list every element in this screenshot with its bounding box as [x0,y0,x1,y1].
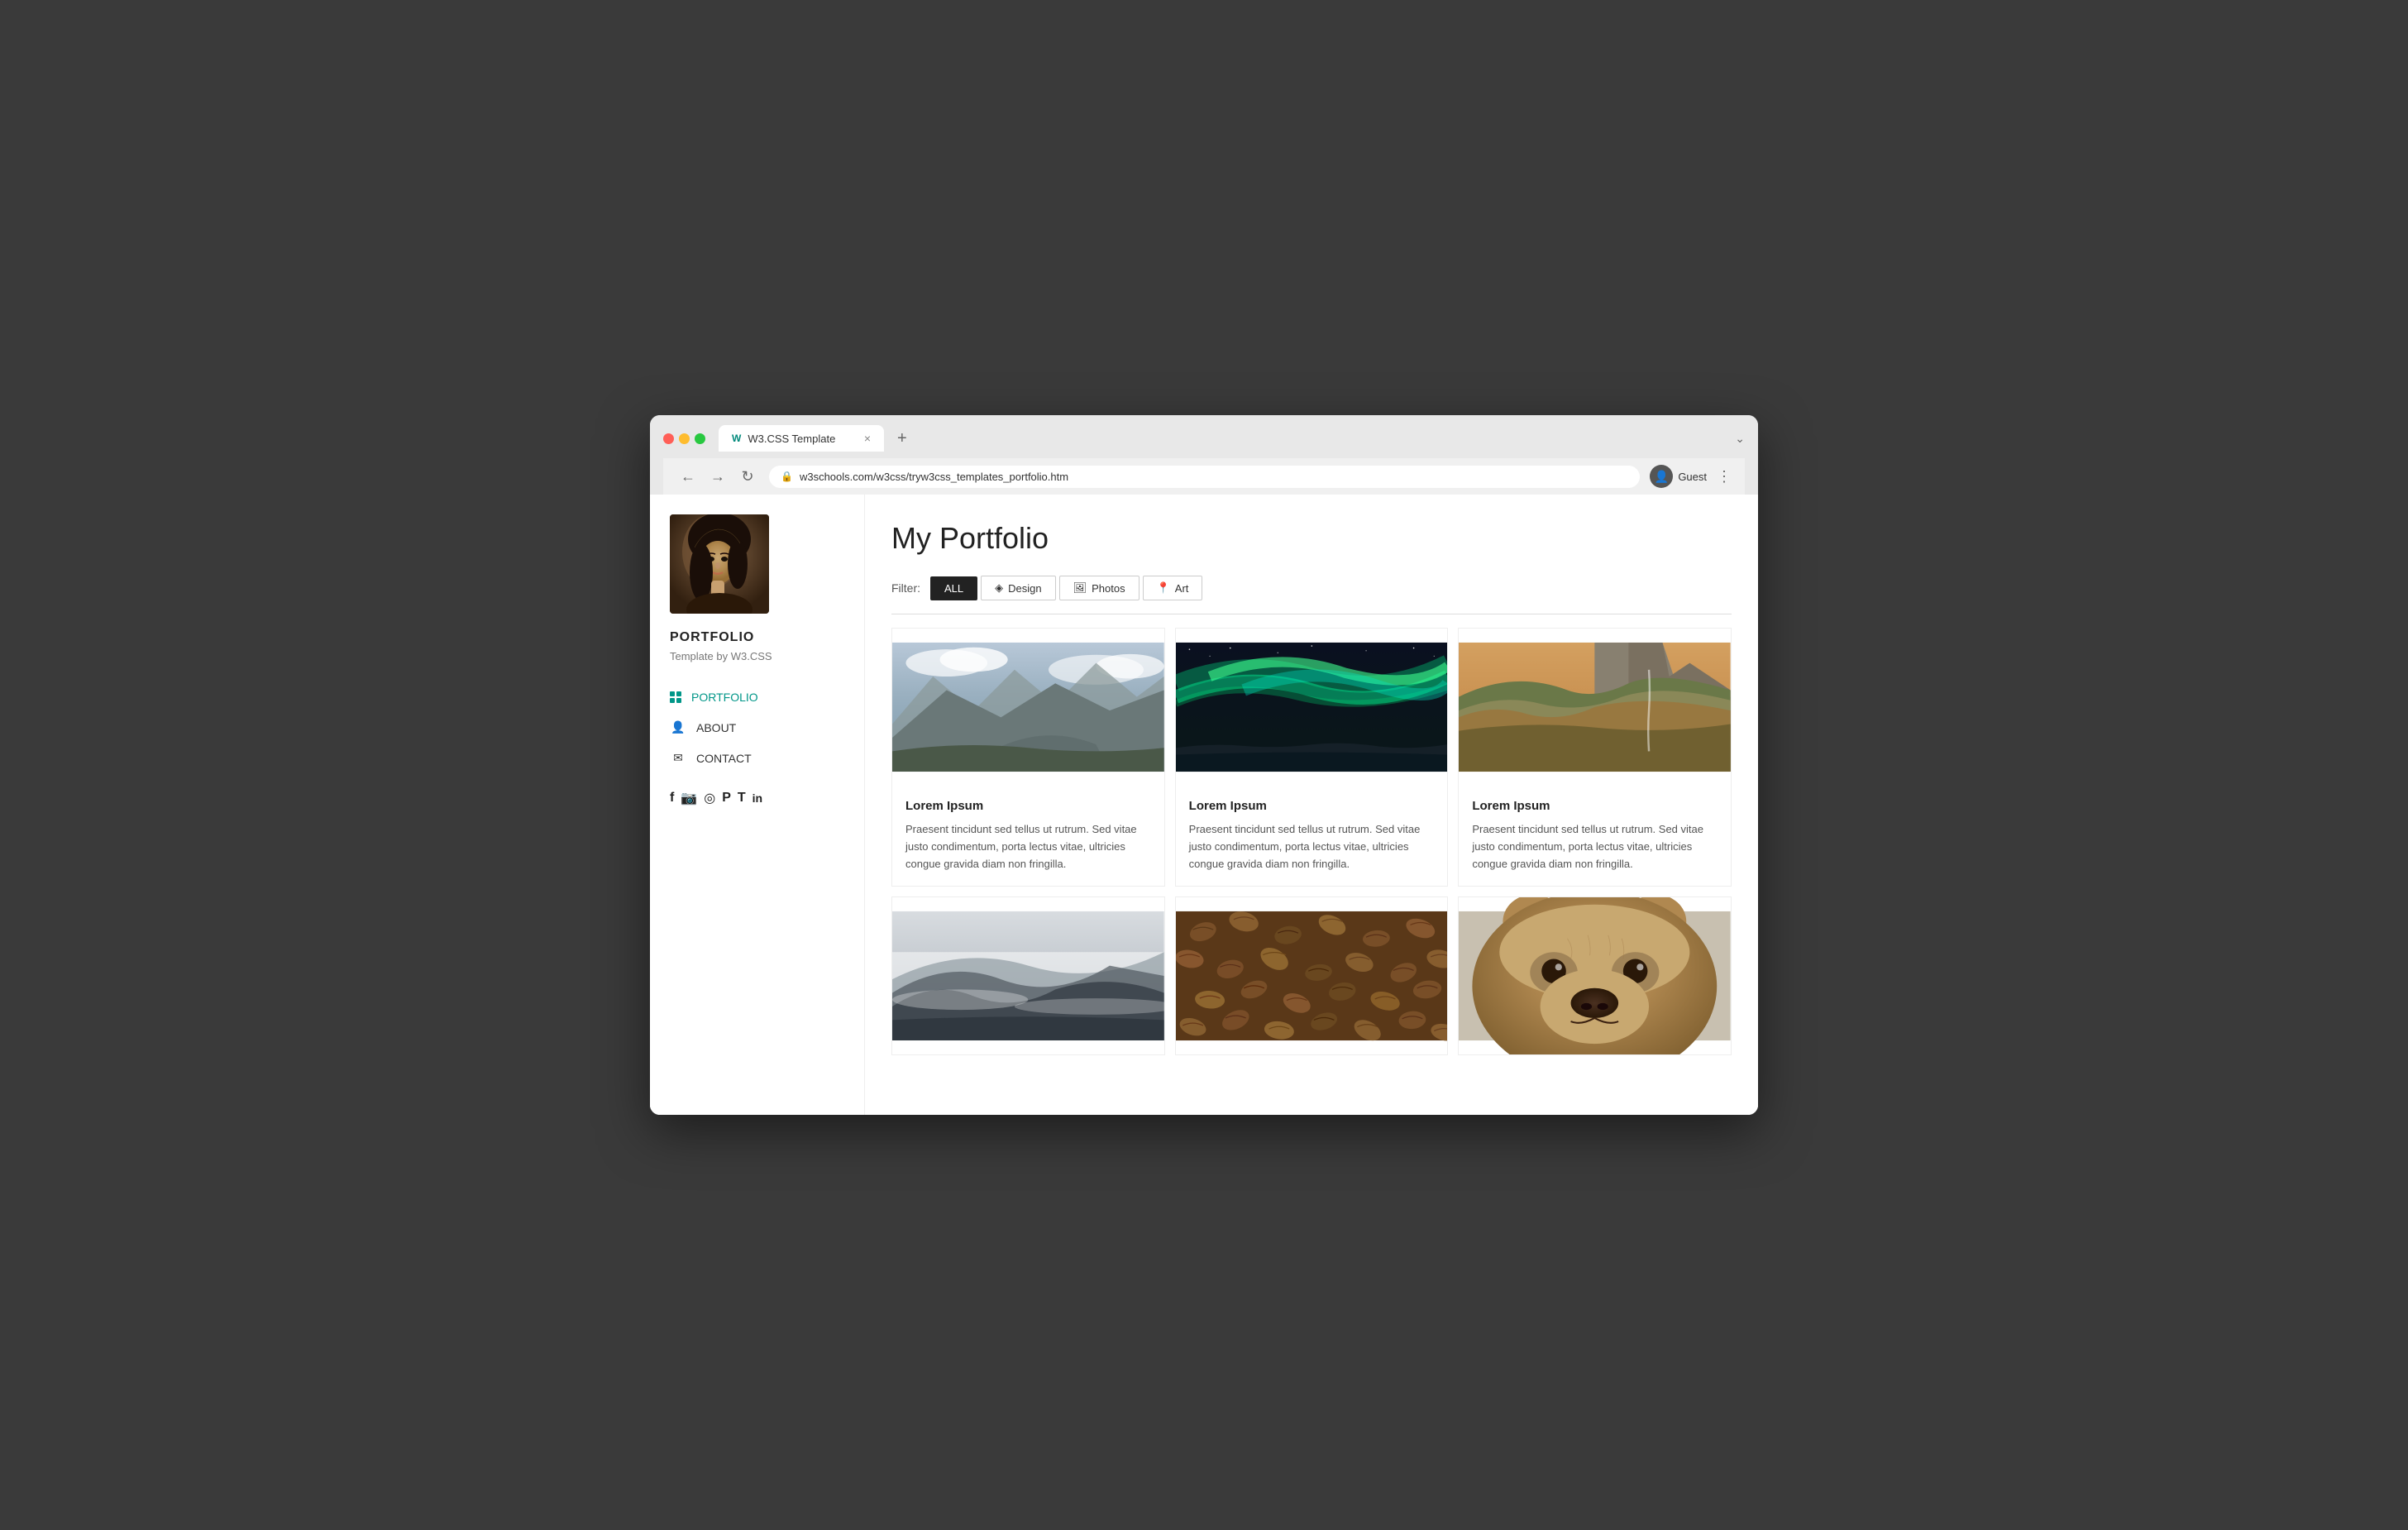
autumn-image [1459,629,1731,786]
tab-close-button[interactable]: × [864,432,871,445]
filter-label: Filter: [891,581,920,595]
profile-avatar-icon: 👤 [1650,465,1673,488]
sidebar-item-portfolio[interactable]: PORTFOLIO [670,682,844,712]
card-image-4 [892,897,1164,1054]
twitter-icon[interactable]: T [738,791,746,806]
facebook-icon[interactable]: f [670,791,674,806]
browser-titlebar: W W3.CSS Template × + ⌄ ← → ↻ 🔒 w3school… [650,415,1758,495]
tab-menu-button[interactable]: ⌄ [1735,432,1745,446]
nav-buttons: ← → ↻ [676,465,759,488]
filter-all-button[interactable]: ALL [930,576,977,600]
instagram-icon[interactable]: 📷 [681,790,697,806]
portfolio-card-5[interactable] [1175,896,1449,1055]
filter-photos-label: Photos [1092,582,1125,595]
tab-title: W3.CSS Template [748,433,835,445]
card-image-2 [1176,629,1448,786]
portfolio-card-2[interactable]: Lorem Ipsum Praesent tincidunt sed tellu… [1175,628,1449,887]
coffee-image [1176,897,1448,1054]
card-body-2: Lorem Ipsum Praesent tincidunt sed tellu… [1176,786,1448,886]
forward-button[interactable]: → [706,465,729,488]
person-icon: 👤 [670,720,686,734]
page-content: PORTFOLIO Template by W3.CSS PORTFOLIO 👤… [650,495,1758,1115]
portfolio-card-1[interactable]: Lorem Ipsum Praesent tincidunt sed tellu… [891,628,1165,887]
linkedin-icon[interactable]: in [752,791,762,805]
social-icons: f 📷 ◎ P T in [670,790,844,806]
card-body-3: Lorem Ipsum Praesent tincidunt sed tellu… [1459,786,1731,886]
avatar-image [670,514,769,614]
filter-bar: Filter: ALL ◈ Design 🖼 Photos 📍 Art [891,576,1732,614]
sidebar-item-about[interactable]: 👤 ABOUT [670,712,844,743]
filter-design-label: Design [1008,582,1041,595]
sidebar-nav: PORTFOLIO 👤 ABOUT ✉ CONTACT [670,682,844,773]
close-dot[interactable] [663,433,674,444]
portfolio-card-3[interactable]: Lorem Ipsum Praesent tincidunt sed tellu… [1458,628,1732,887]
sidebar-item-contact[interactable]: ✉ CONTACT [670,743,844,773]
sidebar-brand: PORTFOLIO [670,630,844,645]
browser-addressbar-row: ← → ↻ 🔒 w3schools.com/w3css/tryw3css_tem… [663,458,1745,495]
card-image-1 [892,629,1164,786]
card-text-1: Praesent tincidunt sed tellus ut rutrum.… [905,821,1151,873]
lock-icon: 🔒 [781,471,793,482]
card-title-1: Lorem Ipsum [905,799,1151,813]
card-body-1: Lorem Ipsum Praesent tincidunt sed tellu… [892,786,1164,886]
mountains-image [892,629,1164,786]
browser-dots [663,433,705,444]
card-image-6 [1459,897,1731,1054]
portfolio-grid: Lorem Ipsum Praesent tincidunt sed tellu… [891,628,1732,1055]
minimize-dot[interactable] [679,433,690,444]
new-tab-button[interactable]: + [891,429,914,448]
photos-icon: 🖼 [1073,581,1087,595]
portfolio-card-4[interactable] [891,896,1165,1055]
profile-label: Guest [1678,471,1707,483]
refresh-button[interactable]: ↻ [736,465,759,488]
mail-icon: ✉ [670,751,686,765]
main-content: My Portfolio Filter: ALL ◈ Design 🖼 Phot… [865,495,1758,1115]
filter-design-button[interactable]: ◈ Design [981,576,1055,600]
card-image-3 [1459,629,1731,786]
sidebar-contact-label: CONTACT [696,752,752,765]
sidebar-avatar [670,514,769,614]
sidebar-about-label: ABOUT [696,721,736,734]
back-button[interactable]: ← [676,465,700,488]
browser-window: W W3.CSS Template × + ⌄ ← → ↻ 🔒 w3school… [650,415,1758,1115]
bear-image [1459,897,1731,1054]
url-text: w3schools.com/w3css/tryw3css_templates_p… [800,471,1068,483]
art-icon: 📍 [1157,581,1170,595]
sidebar-portfolio-label: PORTFOLIO [691,691,758,704]
browser-tab[interactable]: W W3.CSS Template × [719,425,884,452]
aurora-image [1176,629,1448,786]
page-title: My Portfolio [891,521,1732,556]
tab-favicon-icon: W [732,433,741,444]
sidebar-tagline: Template by W3.CSS [670,650,844,662]
filter-art-button[interactable]: 📍 Art [1143,576,1203,600]
portfolio-card-6[interactable] [1458,896,1732,1055]
card-image-5 [1176,897,1448,1054]
filter-art-label: Art [1175,582,1189,595]
card-text-3: Praesent tincidunt sed tellus ut rutrum.… [1472,821,1718,873]
maximize-dot[interactable] [695,433,705,444]
address-bar[interactable]: 🔒 w3schools.com/w3css/tryw3css_templates… [769,466,1640,488]
card-text-2: Praesent tincidunt sed tellus ut rutrum.… [1189,821,1435,873]
card-title-3: Lorem Ipsum [1472,799,1718,813]
browser-menu-button[interactable]: ⋮ [1717,468,1732,485]
card-title-2: Lorem Ipsum [1189,799,1435,813]
snapchat-icon[interactable]: ◎ [704,790,715,806]
profile-button[interactable]: 👤 Guest [1650,465,1707,488]
grid-icon [670,691,681,703]
design-icon: ◈ [995,581,1003,595]
sidebar: PORTFOLIO Template by W3.CSS PORTFOLIO 👤… [650,495,865,1115]
mist-image [892,897,1164,1054]
pinterest-icon[interactable]: P [722,791,731,806]
browser-tabs-row: W W3.CSS Template × + ⌄ [663,425,1745,452]
filter-photos-button[interactable]: 🖼 Photos [1059,576,1140,600]
